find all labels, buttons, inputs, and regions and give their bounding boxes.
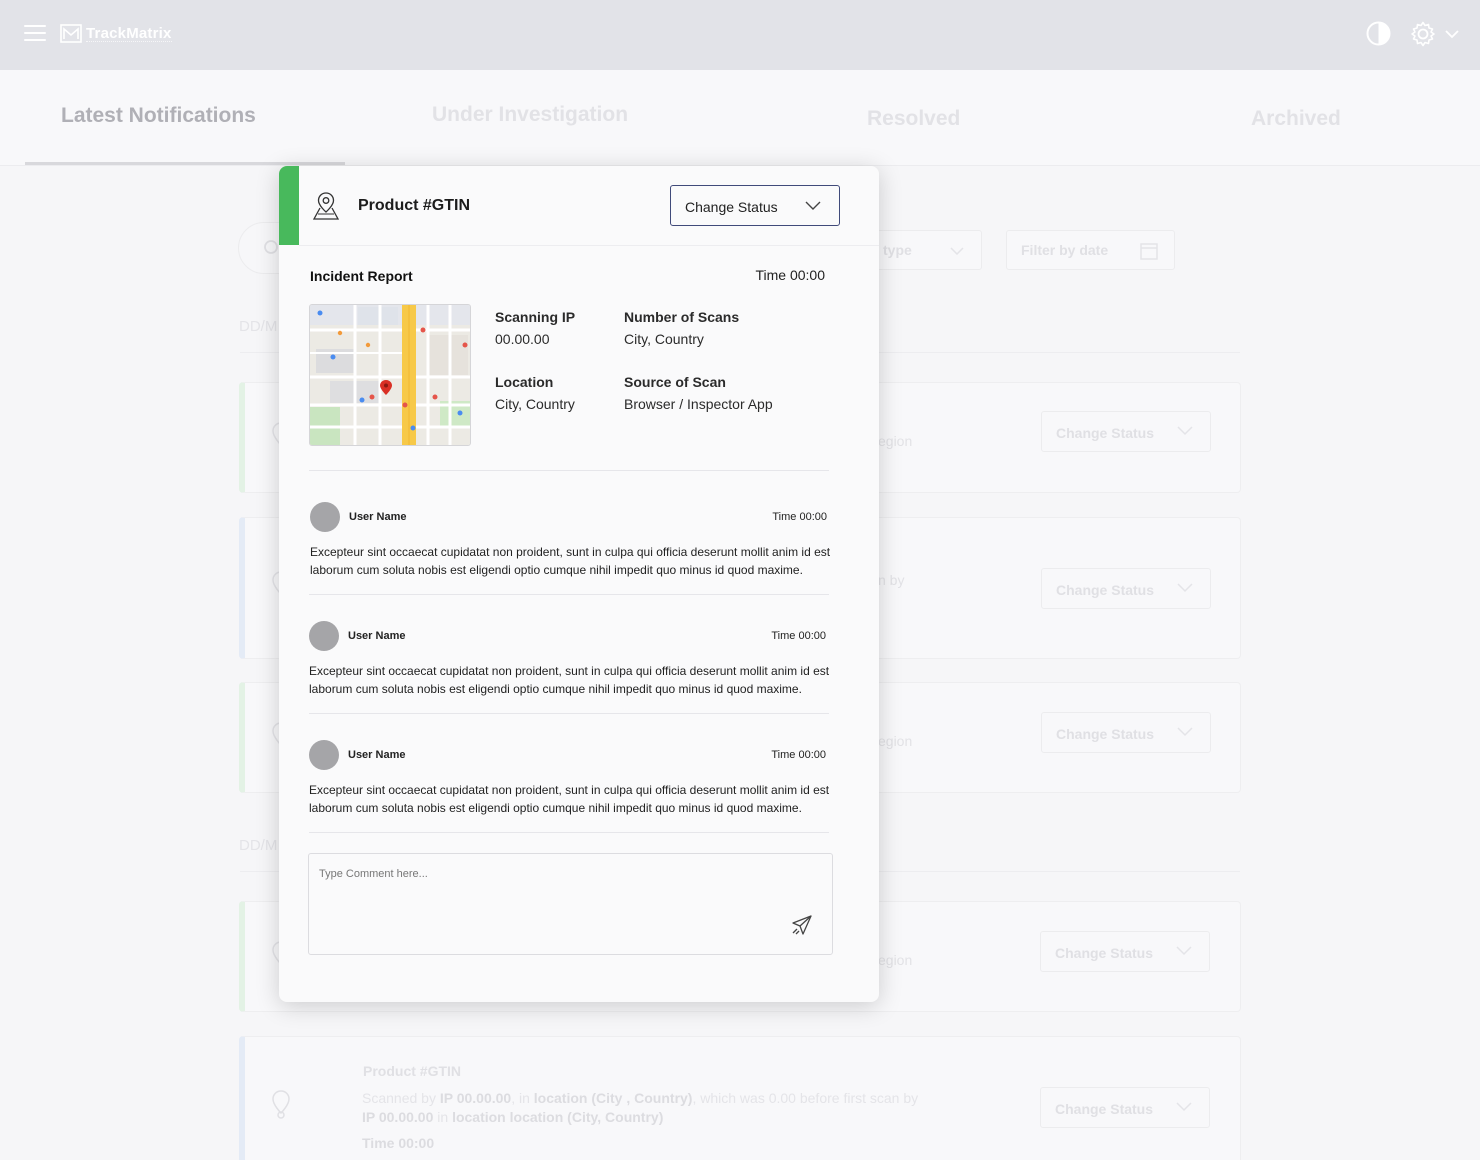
comment-time: Time 00:00 — [771, 630, 826, 642]
map-thumbnail — [310, 305, 470, 445]
location-value: City, Country — [495, 396, 575, 412]
app-logo[interactable]: TrackMatrix — [60, 22, 172, 44]
divider — [309, 470, 829, 471]
comment-input[interactable] — [319, 868, 759, 880]
notification-title: Product #GTIN — [363, 1063, 462, 1079]
notification-description: n by — [878, 572, 905, 588]
divider — [309, 713, 829, 714]
filter-by-date-input[interactable]: Filter by date — [1006, 230, 1175, 270]
chevron-down-icon — [1176, 1102, 1192, 1112]
notification-time: Time 00:00 — [362, 1135, 435, 1151]
status-accent-bar — [279, 166, 299, 245]
divider — [309, 594, 829, 595]
change-status-label: Change Status — [1056, 425, 1155, 441]
change-status-button[interactable]: Change Status — [1041, 568, 1211, 609]
chevron-down-icon — [805, 201, 821, 210]
comment-time: Time 00:00 — [772, 511, 827, 523]
chevron-down-icon — [1176, 946, 1192, 956]
filter-by-type-select[interactable]: type — [870, 230, 982, 270]
top-bar: TrackMatrix — [0, 0, 1480, 70]
change-status-label: Change Status — [1055, 945, 1154, 961]
notification-card[interactable]: Product #GTIN Scanned by IP 00.00.00, in… — [239, 1036, 1241, 1160]
hamburger-menu-icon[interactable] — [24, 25, 46, 43]
avatar — [309, 621, 339, 651]
gear-icon[interactable] — [1410, 21, 1436, 47]
change-status-button[interactable]: Change Status — [1040, 931, 1210, 972]
chevron-down-icon — [1177, 727, 1193, 737]
avatar — [309, 740, 339, 770]
chevron-down-icon — [1177, 426, 1193, 436]
notification-tabs: Latest Notifications Under Investigation… — [0, 70, 1480, 166]
divider — [299, 245, 879, 246]
date-group-label: DD/M — [239, 318, 278, 335]
comment-user-name: User Name — [348, 630, 406, 642]
send-icon[interactable] — [791, 914, 813, 936]
theme-contrast-icon[interactable] — [1366, 21, 1391, 46]
scanning-ip-value: 00.00.00 — [495, 331, 550, 347]
date-group-label: DD/M — [239, 837, 278, 854]
comment-composer — [308, 853, 833, 955]
change-status-button[interactable]: Change Status — [1041, 411, 1211, 452]
logo-tagline — [86, 41, 172, 43]
source-of-scan-label: Source of Scan — [624, 374, 726, 390]
calendar-icon — [1140, 243, 1158, 260]
avatar — [310, 502, 340, 532]
location-pin-icon — [272, 1090, 290, 1119]
change-status-button[interactable]: Change Status — [1040, 1087, 1210, 1128]
source-of-scan-value: Browser / Inspector App — [624, 396, 773, 412]
scan-location-map[interactable] — [309, 304, 471, 446]
change-status-label: Change Status — [1056, 726, 1155, 742]
incident-report-modal: Product #GTIN Change Status Incident Rep… — [279, 166, 879, 1002]
number-of-scans-label: Number of Scans — [624, 309, 740, 325]
notification-description: Scanned by IP 00.00.00, in location (Cit… — [362, 1090, 919, 1125]
change-status-button[interactable]: Change Status — [670, 185, 840, 226]
change-status-label: Change Status — [1055, 1101, 1154, 1117]
change-status-button[interactable]: Change Status — [1041, 712, 1211, 753]
change-status-label: Change Status — [685, 199, 778, 215]
app-name: TrackMatrix — [86, 24, 172, 42]
tab-under-investigation[interactable]: Under Investigation — [432, 103, 628, 127]
trackmatrix-logo-icon — [60, 24, 82, 43]
comment-time: Time 00:00 — [771, 749, 826, 761]
notification-description: egion — [878, 952, 913, 968]
filter-date-label: Filter by date — [1021, 242, 1109, 258]
tab-archived[interactable]: Archived — [1251, 107, 1341, 131]
comment-user-name: User Name — [348, 749, 406, 761]
comment-text: Excepteur sint occaecat cupidatat non pr… — [309, 664, 830, 696]
comment-text: Excepteur sint occaecat cupidatat non pr… — [309, 783, 830, 815]
filter-type-label: type — [883, 242, 912, 258]
comment-user-name: User Name — [349, 511, 407, 523]
active-tab-indicator — [25, 162, 345, 165]
incident-report-title: Incident Report — [310, 268, 413, 284]
chevron-down-icon[interactable] — [1444, 28, 1460, 40]
modal-title: Product #GTIN — [358, 197, 471, 214]
scanning-ip-label: Scanning IP — [495, 309, 576, 325]
comment-text: Excepteur sint occaecat cupidatat non pr… — [310, 545, 831, 577]
change-status-label: Change Status — [1056, 582, 1155, 598]
location-label: Location — [495, 374, 554, 390]
notification-description: egion — [878, 733, 913, 749]
location-pin-icon — [312, 192, 340, 220]
chevron-down-icon — [950, 247, 964, 256]
incident-report-time: Time 00:00 — [755, 267, 825, 283]
tab-latest-notifications[interactable]: Latest Notifications — [61, 104, 256, 128]
notification-description: egion — [878, 433, 913, 449]
number-of-scans-value: City, Country — [624, 331, 704, 347]
chevron-down-icon — [1177, 583, 1193, 593]
tab-resolved[interactable]: Resolved — [867, 107, 960, 131]
divider — [309, 832, 829, 833]
